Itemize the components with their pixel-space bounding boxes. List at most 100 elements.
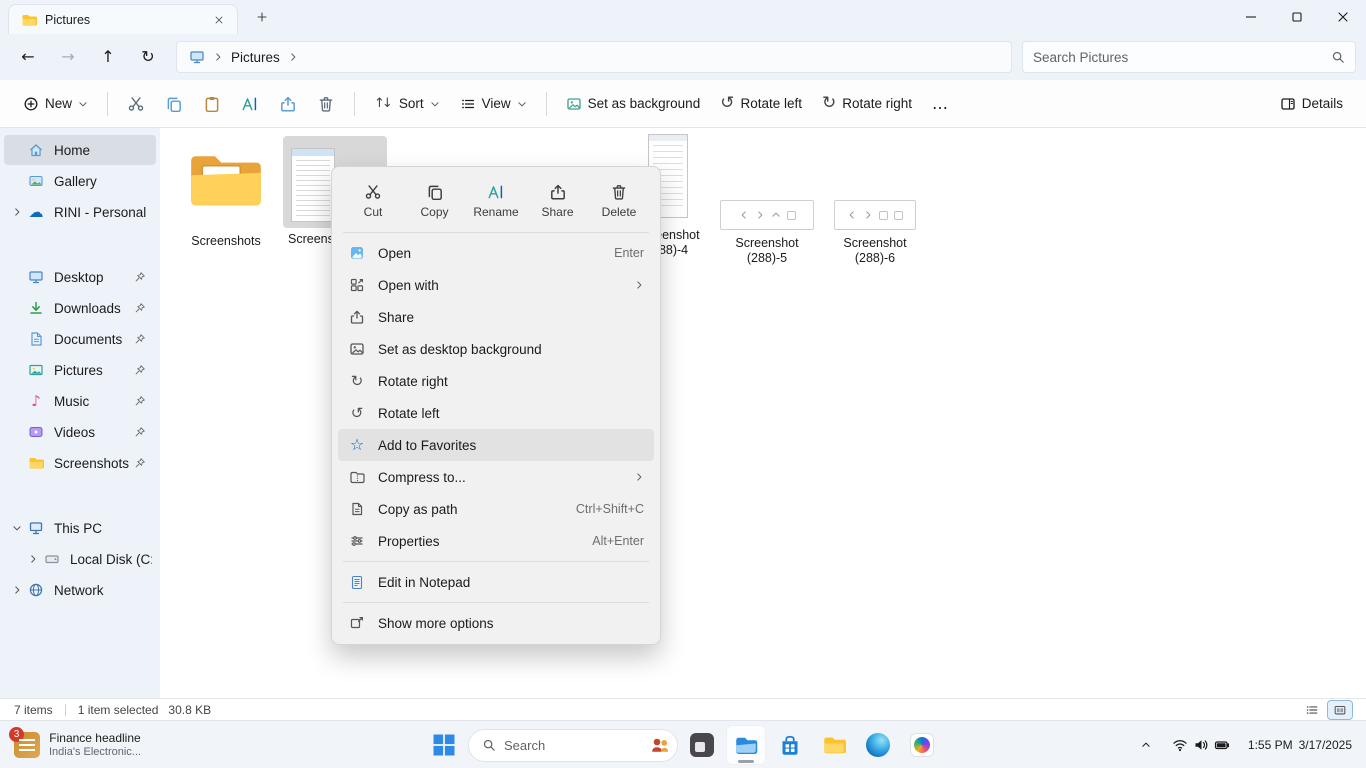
sidebar-item-local-disk-c[interactable]: Local Disk (C:) [20,544,156,574]
file-list-pane[interactable]: Screenshots Screens Screenshot (288)-4 S… [160,128,1366,698]
file-tile-screenshots-folder[interactable]: Screenshots [178,148,274,249]
open-with-icon [349,277,365,293]
taskbar-dark-app-button[interactable] [682,725,722,765]
menu-item-share[interactable]: Share [338,301,654,333]
start-button[interactable] [424,725,464,765]
minimize-button[interactable] [1228,0,1274,34]
search-input[interactable] [1033,50,1331,65]
sidebar-item-downloads[interactable]: Downloads [4,293,156,323]
share-button[interactable] [270,86,306,122]
menu-item-rotate-left[interactable]: ↺ Rotate left [338,397,654,429]
folder-app-button[interactable] [814,725,854,765]
context-copy-button[interactable]: Copy [407,176,463,226]
file-tile-screenshot-288-5[interactable]: Screenshot (288)-5 [720,136,814,266]
sidebar-item-desktop[interactable]: Desktop [4,262,156,292]
sidebar-item-pictures[interactable]: Pictures [4,355,156,385]
delete-button[interactable] [308,86,344,122]
address-bar[interactable]: Pictures [176,41,1012,73]
sidebar-item-home[interactable]: Home [4,135,156,165]
file-explorer-window: Pictures ← → ↑ ↻ Pictures New [0,0,1366,768]
chevron-right-icon[interactable] [28,554,38,564]
menu-item-compress-to[interactable]: Compress to... [338,461,654,493]
battery-icon [1214,737,1230,753]
menu-item-copy-as-path[interactable]: Copy as path Ctrl+Shift+C [338,493,654,525]
menu-item-rotate-right[interactable]: ↻ Rotate right [338,365,654,397]
chevron-right-icon[interactable] [12,207,22,217]
taskbar-search-button[interactable]: Search [468,729,678,762]
file-explorer-button[interactable] [726,725,766,765]
context-delete-button[interactable]: Delete [591,176,647,226]
share-icon [279,95,297,113]
set-as-background-button[interactable]: Set as background [557,86,710,122]
file-name-line2: (288)-6 [828,251,922,266]
rename-button[interactable] [232,86,268,122]
refresh-button[interactable]: ↻ [130,40,166,74]
network-volume-battery-button[interactable] [1166,729,1236,761]
menu-item-edit-in-notepad[interactable]: Edit in Notepad [338,566,654,598]
chevron-up-icon [1141,740,1151,750]
explorer-tab[interactable]: Pictures [8,4,238,34]
context-rename-button[interactable]: Rename [468,176,524,226]
cut-button[interactable] [118,86,154,122]
new-button[interactable]: New [14,86,97,122]
rotate-right-button[interactable]: ↻ Rotate right [813,86,921,122]
menu-item-show-more-options[interactable]: Show more options [338,607,654,639]
details-view-button[interactable] [1300,701,1324,719]
breadcrumb-chevron-icon[interactable] [213,52,223,62]
menu-item-set-as-desktop-background[interactable]: Set as desktop background [338,333,654,365]
edge-button[interactable] [858,725,898,765]
tray-expand-button[interactable] [1132,729,1160,761]
back-button[interactable]: ← [10,40,46,74]
menu-item-open-with[interactable]: Open with [338,269,654,301]
breadcrumb[interactable]: Pictures [231,50,280,65]
menu-item-properties[interactable]: Properties Alt+Enter [338,525,654,557]
rename-icon [241,95,259,113]
maximize-button[interactable] [1274,0,1320,34]
sidebar-item-videos[interactable]: Videos [4,417,156,447]
clock[interactable]: 1:55 PM 3/17/2025 [1248,738,1352,753]
sidebar-item-onedrive[interactable]: ☁ RINI - Personal [4,197,156,227]
paste-icon [203,95,221,113]
new-tab-button[interactable] [250,5,274,29]
forward-button[interactable]: → [50,40,86,74]
context-cut-button[interactable]: Cut [345,176,401,226]
chevron-right-icon[interactable] [12,585,22,595]
sidebar-item-gallery[interactable]: Gallery [4,166,156,196]
copy-button[interactable] [156,86,192,122]
taskbar-center: Search [424,725,942,765]
up-button[interactable]: ↑ [90,40,126,74]
thumbnails-view-button[interactable] [1328,701,1352,719]
details-button[interactable]: Details [1271,86,1352,122]
sidebar-item-screenshots[interactable]: Screenshots [4,448,156,478]
menu-item-add-to-favorites[interactable]: ☆ Add to Favorites [338,429,654,461]
menu-item-open[interactable]: Open Enter [338,237,654,269]
paste-button[interactable] [194,86,230,122]
taskbar-search-label: Search [504,738,640,753]
sidebar-item-this-pc[interactable]: This PC [4,513,156,543]
see-more-button[interactable]: … [923,86,957,122]
rotate-left-button[interactable]: ↺ Rotate left [711,86,811,122]
context-share-button[interactable]: Share [530,176,586,226]
breadcrumb-chevron-icon[interactable] [288,52,298,62]
file-tile-screenshot-288-6[interactable]: Screenshot (288)-6 [828,136,922,266]
photos-app-button[interactable] [902,725,942,765]
widgets-button[interactable]: 3 Finance headline India's Electronic... [4,725,151,765]
microsoft-store-button[interactable] [770,725,810,765]
tab-close-button[interactable] [207,8,231,32]
photos-app-icon [349,245,365,261]
chevron-down-icon[interactable] [12,523,22,533]
sidebar-item-label: Desktop [54,270,104,285]
view-label: View [482,96,511,111]
network-icon [28,582,44,598]
sort-button[interactable]: ↑↓ Sort [365,86,449,122]
view-button[interactable]: View [451,86,536,122]
sidebar-item-network[interactable]: Network [4,575,156,605]
chevron-down-icon [78,99,88,109]
copy-icon [426,183,444,201]
sidebar-item-documents[interactable]: Documents [4,324,156,354]
screenshot-thumbnail [291,148,335,222]
cut-icon [364,183,382,201]
shortcut-label: Enter [614,246,644,260]
sidebar-item-music[interactable]: ♪ Music [4,386,156,416]
close-button[interactable] [1320,0,1366,34]
